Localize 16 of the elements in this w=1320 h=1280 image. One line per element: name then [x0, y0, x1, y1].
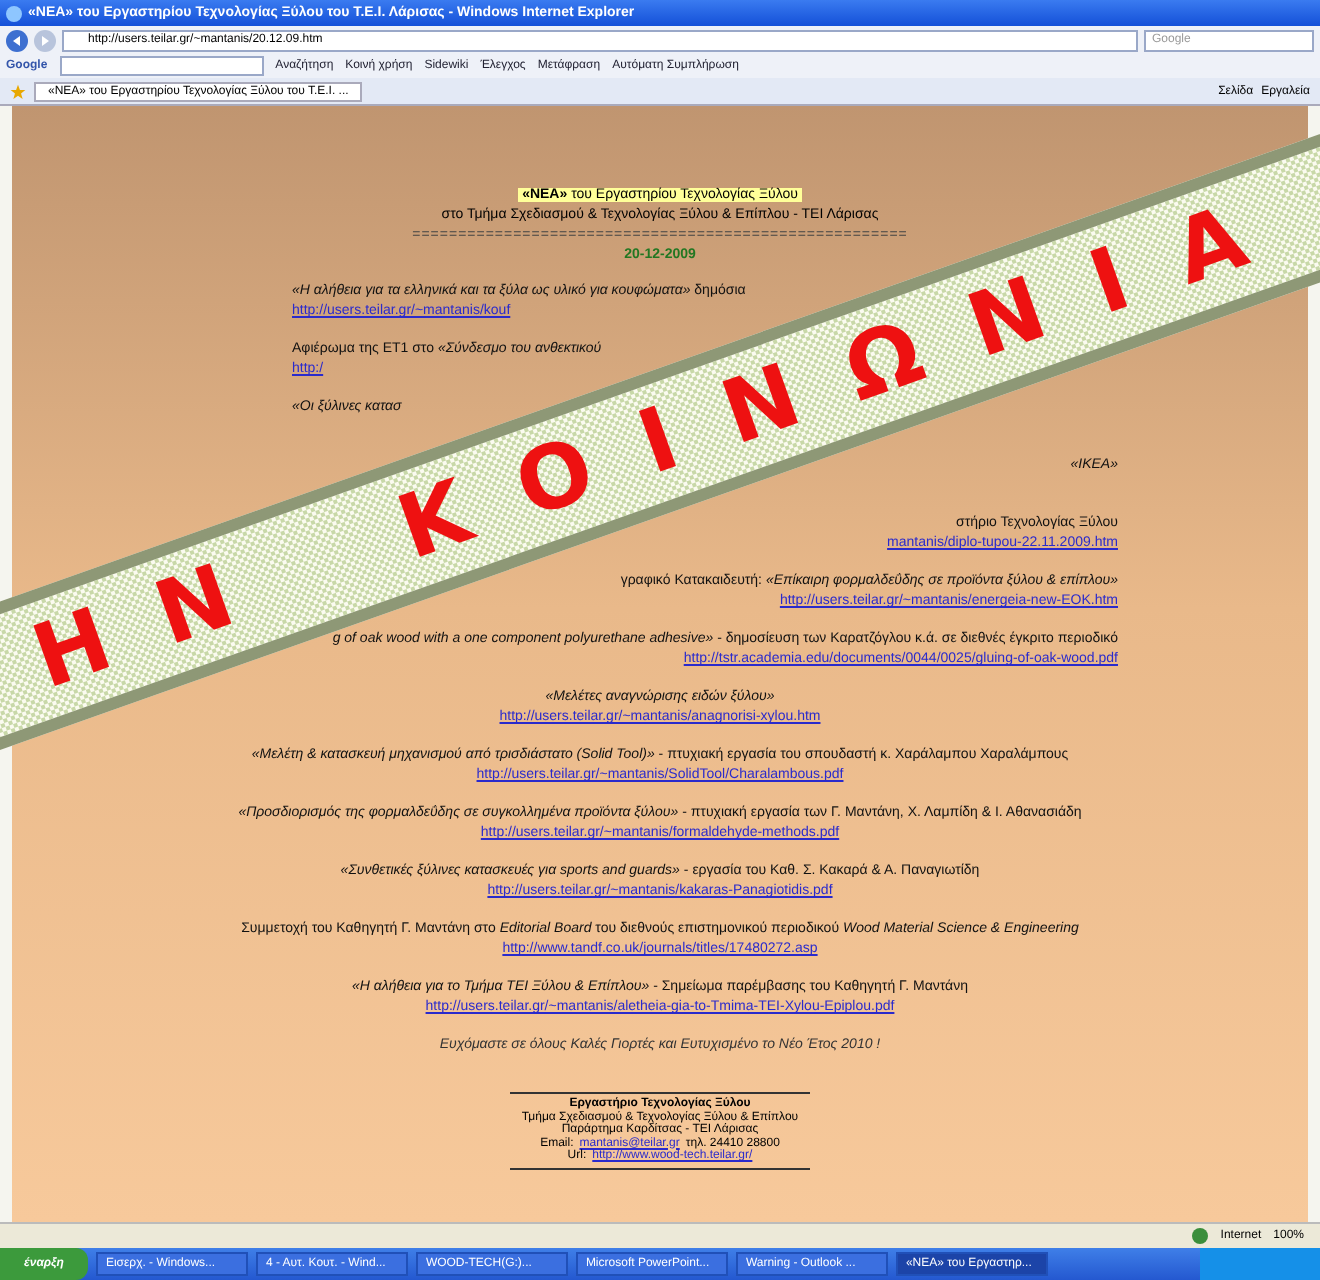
- system-tray: [1200, 1248, 1320, 1280]
- banner-letter: Ο: [504, 421, 607, 537]
- banner-letter: Ι: [627, 391, 691, 494]
- banner-letter: Α: [1162, 190, 1259, 304]
- banner-letter: Η: [21, 592, 124, 708]
- toolbar-search-field[interactable]: [59, 56, 264, 76]
- banner-letter: Ν: [144, 549, 246, 665]
- banner-letter: Ν: [711, 348, 813, 464]
- favorites-star-icon[interactable]: [10, 83, 26, 99]
- banner-letter: Κ: [386, 465, 484, 579]
- globe-icon: [1192, 1228, 1209, 1244]
- banner-letter: Ι: [1078, 231, 1142, 334]
- banner-letter: Ν: [956, 261, 1058, 377]
- banner-letter: Ω: [833, 304, 936, 421]
- back-button[interactable]: [6, 29, 28, 51]
- browser-icon: [6, 5, 22, 21]
